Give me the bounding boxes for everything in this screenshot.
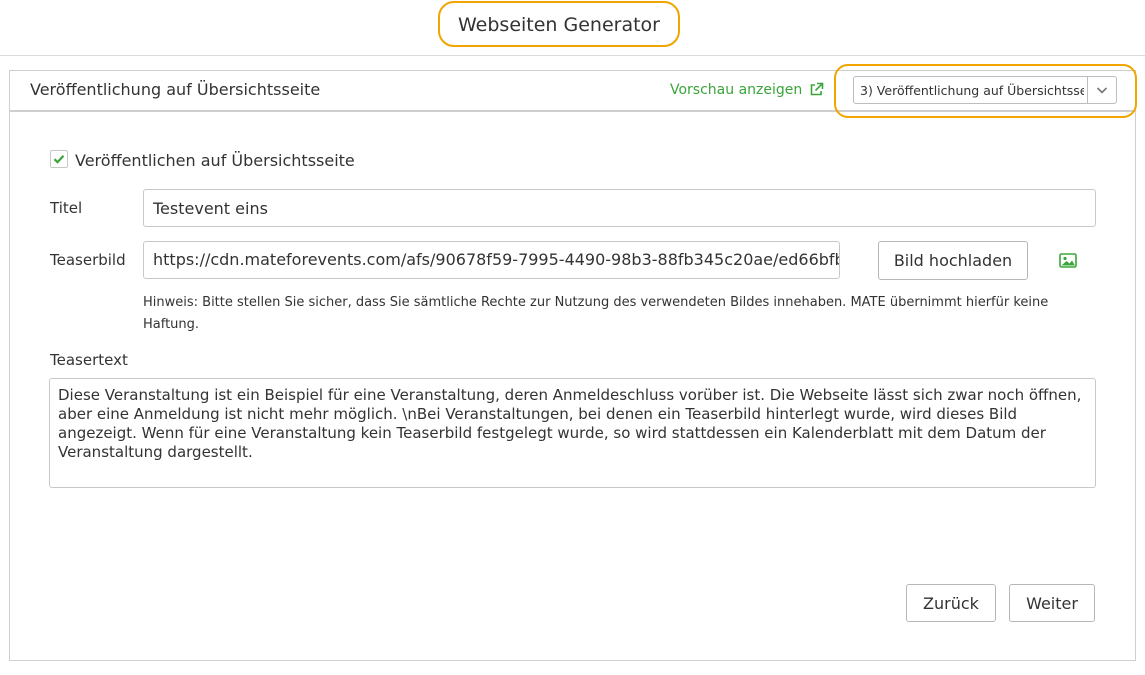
teaser-text-label: Teasertext — [50, 351, 128, 369]
step-select-toggle[interactable] — [1087, 77, 1116, 103]
title-label: Titel — [50, 199, 83, 217]
upload-image-button[interactable]: Bild hochladen — [878, 241, 1028, 280]
preview-link[interactable]: Vorschau anzeigen — [670, 82, 802, 98]
rights-hint: Hinweis: Bitte stellen Sie sicher, dass … — [143, 295, 1049, 332]
step-panel: Veröffentlichung auf Übersichtsseite Vor… — [9, 64, 1137, 661]
external-link-icon[interactable] — [809, 82, 824, 97]
teaser-text-area[interactable]: Diese Veranstaltung ist ein Beispiel für… — [49, 378, 1096, 488]
title-input[interactable] — [143, 189, 1096, 227]
panel-title: Veröffentlichung auf Übersichtsseite — [30, 80, 321, 99]
teaser-image-label: Teaserbild — [50, 251, 126, 269]
app-title: Webseiten Generator — [438, 1, 680, 47]
publish-checkbox[interactable] — [50, 150, 68, 168]
image-icon[interactable] — [1059, 253, 1077, 268]
top-bar: Webseiten Generator — [0, 0, 1145, 56]
checkmark-icon — [53, 155, 65, 164]
panel-header: Veröffentlichung auf Übersichtsseite Vor… — [10, 64, 1137, 118]
chevron-down-icon — [1096, 87, 1108, 94]
step-select[interactable]: 3) Veröffentlichung auf Übersichtsseite — [853, 76, 1117, 104]
step-select-value: 3) Veröffentlichung auf Übersichtsseite — [860, 83, 1084, 98]
publish-checkbox-label[interactable]: Veröffentlichen auf Übersichtsseite — [75, 151, 355, 170]
next-button[interactable]: Weiter — [1009, 584, 1095, 622]
back-button[interactable]: Zurück — [906, 584, 996, 622]
teaser-image-url-input[interactable]: https://cdn.mateforevents.com/afs/90678f… — [143, 241, 840, 279]
